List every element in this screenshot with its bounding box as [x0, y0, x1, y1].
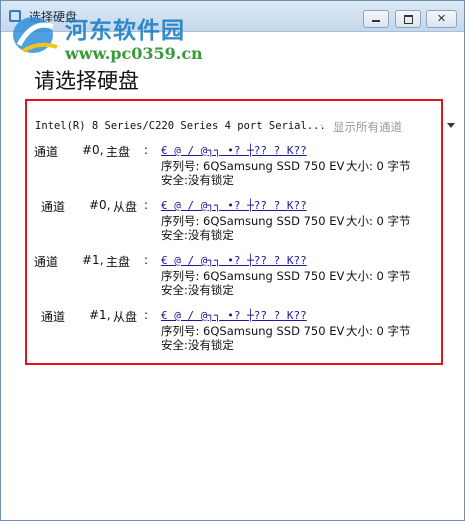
size-line: 大小: 0 字节 [346, 268, 411, 284]
channel-label: 通道 [41, 310, 66, 324]
serial-value: 6QSamsung SSD 750 EV [203, 269, 345, 283]
channel-port: #1, [82, 253, 104, 267]
channel-port: #0, [82, 143, 104, 157]
size-value: 0 字节 [376, 214, 411, 228]
channel-label: 通道 [34, 255, 59, 269]
security-label: 安全: [161, 283, 188, 297]
size-value: 0 字节 [376, 269, 411, 283]
minimize-icon [372, 20, 380, 22]
controller-select[interactable]: Intel(R) 8 Series/C220 Series 4 port Ser… [35, 120, 326, 132]
drive-model-link[interactable]: € @ / @┐┐ •? ┼?? ? K?? [161, 199, 307, 212]
size-line: 大小: 0 字节 [346, 158, 411, 174]
show-all-channels-option[interactable]: 显示所有通道 [333, 119, 402, 135]
security-value: 没有锁定 [187, 173, 234, 187]
security-value: 没有锁定 [187, 283, 234, 297]
chevron-down-icon[interactable] [447, 123, 455, 128]
security-value: 没有锁定 [187, 338, 234, 352]
channel-colon: : [144, 198, 149, 212]
maximize-button[interactable] [395, 10, 421, 28]
channel-role: 从盘 [113, 200, 138, 214]
size-value: 0 字节 [376, 324, 411, 338]
security-label: 安全: [161, 228, 188, 242]
security-line: 安全:没有锁定 [161, 227, 234, 243]
security-label: 安全: [161, 173, 188, 187]
size-label: 大小: [346, 324, 373, 338]
serial-value: 6QSamsung SSD 750 EV [203, 324, 345, 338]
maximize-icon [404, 15, 413, 24]
close-icon: ✕ [436, 12, 447, 25]
drive-model-link[interactable]: € @ / @┐┐ •? ┼?? ? K?? [161, 309, 307, 322]
channel-colon: : [144, 143, 149, 157]
serial-label: 序列号: [161, 214, 200, 228]
watermark-name: 河东软件园 [65, 17, 185, 44]
channel-row: 通道 #0, 从盘 : [41, 198, 166, 214]
serial-label: 序列号: [161, 159, 200, 173]
controller-separator: · [320, 119, 324, 132]
dialog-window: 选择硬盘 ✕ 河东软件园 www.pc0359.cn 请选择硬盘 Intel(R… [0, 0, 465, 521]
security-line: 安全:没有锁定 [161, 282, 234, 298]
channel-label: 通道 [34, 145, 59, 159]
serial-value: 6QSamsung SSD 750 EV [203, 214, 345, 228]
size-label: 大小: [346, 214, 373, 228]
size-value: 0 字节 [376, 159, 411, 173]
drive-model-link[interactable]: € @ / @┐┐ •? ┼?? ? K?? [161, 254, 307, 267]
close-button[interactable]: ✕ [426, 10, 457, 28]
security-value: 没有锁定 [187, 228, 234, 242]
channel-role: 主盘 [106, 145, 131, 159]
size-line: 大小: 0 字节 [346, 213, 411, 229]
size-label: 大小: [346, 269, 373, 283]
security-line: 安全:没有锁定 [161, 172, 234, 188]
page-title: 请选择硬盘 [34, 69, 139, 93]
channel-row: 通道 #1, 主盘 : [34, 253, 164, 269]
channel-row: 通道 #1, 从盘 : [41, 308, 166, 324]
serial-label: 序列号: [161, 269, 200, 283]
channel-colon: : [144, 253, 149, 267]
serial-label: 序列号: [161, 324, 200, 338]
channel-port: #0, [89, 198, 111, 212]
channel-row: 通道 #0, 主盘 : [34, 143, 164, 159]
watermark-logo [13, 17, 58, 53]
channel-label: 通道 [41, 200, 66, 214]
minimize-button[interactable] [363, 10, 389, 28]
size-label: 大小: [346, 159, 373, 173]
channel-role: 从盘 [113, 310, 138, 324]
size-line: 大小: 0 字节 [346, 323, 411, 339]
channel-colon: : [144, 308, 149, 322]
channel-port: #1, [89, 308, 111, 322]
security-label: 安全: [161, 338, 188, 352]
drive-model-link[interactable]: € @ / @┐┐ •? ┼?? ? K?? [161, 144, 307, 157]
channel-role: 主盘 [106, 255, 131, 269]
watermark-url: www.pc0359.cn [65, 44, 203, 63]
security-line: 安全:没有锁定 [161, 337, 234, 353]
serial-value: 6QSamsung SSD 750 EV [203, 159, 345, 173]
